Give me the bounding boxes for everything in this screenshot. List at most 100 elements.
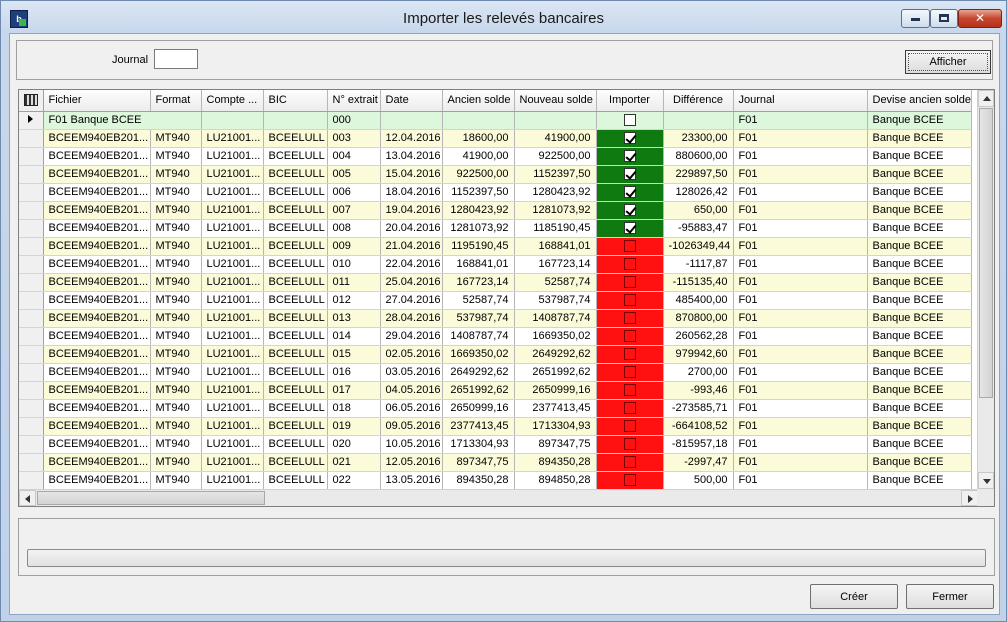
close-button[interactable]: ✕ [958,9,1002,28]
row-indicator[interactable] [19,399,44,418]
importer-checkbox[interactable] [623,168,636,181]
scroll-down-button[interactable] [978,472,994,489]
table-row[interactable]: BCEEM940EB201... MT940 LU21001... BCEELULL 0… [19,147,972,166]
table-row[interactable]: BCEEM940EB201... MT940 LU21001... BCEELULL 0… [19,219,972,238]
importer-cell[interactable] [596,291,664,310]
importer-cell[interactable] [596,237,664,256]
table-row[interactable]: BCEEM940EB201... MT940 LU21001... BCEELULL 0… [19,327,972,346]
col-header-compte[interactable]: Compte ... [201,90,264,112]
row-indicator[interactable] [19,453,44,472]
table-row[interactable]: BCEEM940EB201... MT940 LU21001... BCEELULL 0… [19,399,972,418]
importer-cell[interactable] [596,345,664,364]
scroll-left-button[interactable] [19,490,36,506]
importer-cell[interactable] [596,129,664,148]
table-row[interactable]: BCEEM940EB201... MT940 LU21001... BCEELULL 0… [19,417,972,436]
importer-checkbox[interactable] [623,384,636,397]
importer-cell[interactable] [596,363,664,382]
table-row[interactable]: BCEEM940EB201... MT940 LU21001... BCEELULL 0… [19,381,972,400]
importer-checkbox[interactable] [623,312,636,325]
row-indicator[interactable] [19,273,44,292]
col-header-bic[interactable]: BIC [263,90,328,112]
grid-corner[interactable] [19,90,44,112]
table-row[interactable]: BCEEM940EB201... MT940 LU21001... BCEELULL 0… [19,183,972,202]
importer-checkbox[interactable] [623,420,636,433]
row-indicator[interactable] [19,183,44,202]
table-row[interactable]: BCEEM940EB201... MT940 LU21001... BCEELULL 0… [19,453,972,472]
vertical-scroll-thumb[interactable] [979,108,993,398]
group-row[interactable]: F01 Banque BCEE 000 F01 Banque BCEE [19,111,972,130]
table-row[interactable]: BCEEM940EB201... MT940 LU21001... BCEELULL 0… [19,471,972,490]
row-indicator[interactable] [19,471,44,490]
importer-cell[interactable] [596,381,664,400]
col-header-format[interactable]: Format [150,90,202,112]
importer-cell[interactable] [596,147,664,166]
row-indicator[interactable] [19,255,44,274]
row-indicator[interactable] [19,435,44,454]
creer-button[interactable]: Créer [810,584,898,609]
horizontal-scroll-thumb[interactable] [37,491,265,505]
row-indicator[interactable] [19,111,44,130]
table-row[interactable]: BCEEM940EB201... MT940 LU21001... BCEELULL 0… [19,435,972,454]
scroll-right-button[interactable] [961,490,978,506]
table-row[interactable]: BCEEM940EB201... MT940 LU21001... BCEELULL 0… [19,291,972,310]
table-row[interactable]: BCEEM940EB201... MT940 LU21001... BCEELULL 0… [19,237,972,256]
importer-checkbox[interactable] [623,294,636,307]
row-indicator[interactable] [19,417,44,436]
scroll-up-button[interactable] [978,90,994,107]
horizontal-scrollbar[interactable] [19,489,978,506]
row-indicator[interactable] [19,327,44,346]
importer-checkbox[interactable] [623,132,636,145]
table-row[interactable]: BCEEM940EB201... MT940 LU21001... BCEELULL 0… [19,345,972,364]
table-row[interactable]: BCEEM940EB201... MT940 LU21001... BCEELULL 0… [19,273,972,292]
row-indicator[interactable] [19,381,44,400]
fermer-button[interactable]: Fermer [906,584,994,609]
col-header-difference[interactable]: Différence [663,90,734,112]
importer-checkbox[interactable] [623,348,636,361]
importer-checkbox[interactable] [623,438,636,451]
row-indicator[interactable] [19,129,44,148]
importer-cell[interactable] [596,471,664,490]
statements-grid[interactable]: Fichier Format Compte ... BIC N° extrait… [18,89,995,507]
importer-checkbox[interactable] [623,186,636,199]
col-header-journal[interactable]: Journal [733,90,868,112]
table-row[interactable]: BCEEM940EB201... MT940 LU21001... BCEELULL 0… [19,201,972,220]
importer-cell[interactable] [596,183,664,202]
importer-cell[interactable] [596,273,664,292]
importer-cell[interactable] [596,453,664,472]
col-header-ancien-solde[interactable]: Ancien solde [442,90,515,112]
maximize-button[interactable] [930,9,958,28]
importer-checkbox[interactable] [623,366,636,379]
journal-input[interactable] [154,49,198,69]
importer-checkbox[interactable] [623,402,636,415]
title-bar[interactable]: b Importer les relevés bancaires ✕ [1,1,1006,35]
importer-checkbox[interactable] [623,258,636,271]
importer-cell[interactable] [596,255,664,274]
importer-cell[interactable] [596,219,664,238]
importer-checkbox[interactable] [623,150,636,163]
col-header-fichier[interactable]: Fichier [43,90,151,112]
group-importer-cell[interactable] [596,111,664,130]
col-header-extrait[interactable]: N° extrait [327,90,381,112]
importer-checkbox[interactable] [623,204,636,217]
importer-cell[interactable] [596,201,664,220]
table-row[interactable]: BCEEM940EB201... MT940 LU21001... BCEELULL 0… [19,165,972,184]
col-header-date[interactable]: Date [380,90,443,112]
minimize-button[interactable] [901,9,930,28]
importer-checkbox[interactable] [623,114,636,127]
row-indicator[interactable] [19,201,44,220]
importer-checkbox[interactable] [623,276,636,289]
table-row[interactable]: BCEEM940EB201... MT940 LU21001... BCEELULL 0… [19,129,972,148]
importer-cell[interactable] [596,435,664,454]
row-indicator[interactable] [19,219,44,238]
table-row[interactable]: BCEEM940EB201... MT940 LU21001... BCEELULL 0… [19,309,972,328]
importer-checkbox[interactable] [623,330,636,343]
vertical-scrollbar[interactable] [977,90,994,489]
importer-checkbox[interactable] [623,456,636,469]
row-indicator[interactable] [19,309,44,328]
importer-cell[interactable] [596,417,664,436]
col-header-importer[interactable]: Importer [596,90,664,112]
row-indicator[interactable] [19,291,44,310]
row-indicator[interactable] [19,237,44,256]
row-indicator[interactable] [19,345,44,364]
col-header-nouveau-solde[interactable]: Nouveau solde [514,90,597,112]
